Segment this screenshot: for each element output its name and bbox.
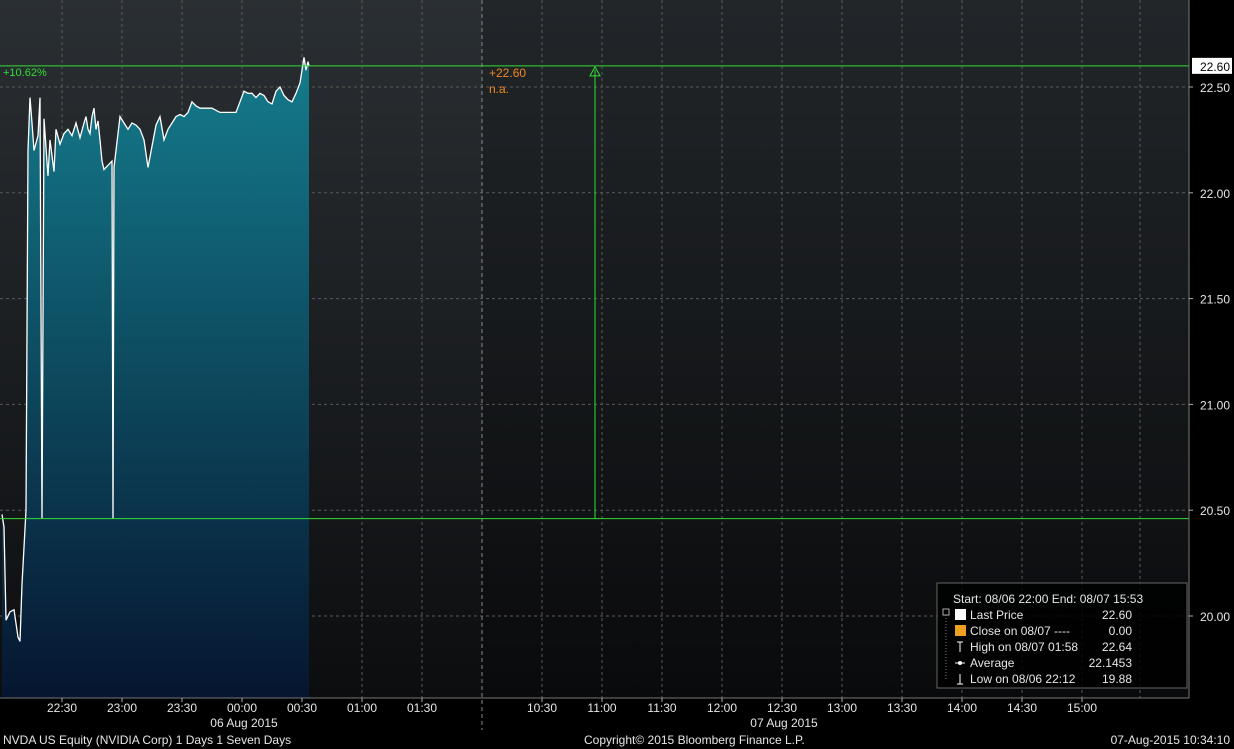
x-tick-label: 11:30 bbox=[647, 701, 676, 715]
pct-change-label: +10.62% bbox=[3, 67, 47, 79]
legend-label-1: Close on 08/07 ---- bbox=[970, 624, 1070, 638]
legend-value-4: 19.88 bbox=[1102, 672, 1132, 686]
x-tick-label: 15:00 bbox=[1067, 701, 1097, 715]
footer-timestamp: 07-Aug-2015 10:34:10 bbox=[1110, 733, 1230, 747]
x-axis: 22:30 23:00 23:30 00:00 00:30 01:00 01:30 10:30… bbox=[0, 697, 1189, 730]
x-date-label: 07 Aug 2015 bbox=[750, 716, 818, 730]
x-tick-label: 13:30 bbox=[887, 701, 917, 715]
x-tick-label: 01:30 bbox=[407, 701, 437, 715]
footer-copyright: Copyright© 2015 Bloomberg Finance L.P. bbox=[584, 733, 805, 747]
legend-label-3: Average bbox=[970, 656, 1015, 670]
x-tick-label: 22:30 bbox=[47, 701, 77, 715]
x-tick-label: 00:00 bbox=[227, 701, 257, 715]
legend-value-2: 22.64 bbox=[1102, 640, 1132, 654]
y-tick-label: 22.00 bbox=[1200, 187, 1230, 201]
y-tick-label: 20.50 bbox=[1200, 504, 1230, 518]
y-axis: 22.50 22.00 21.50 21.00 20.50 20.00 22.60 bbox=[1188, 0, 1232, 698]
y-tick-label: 21.50 bbox=[1200, 293, 1230, 307]
legend-header: Start: 08/06 22:00 End: 08/07 15:53 bbox=[953, 592, 1143, 606]
legend-average-dot bbox=[958, 661, 962, 665]
legend: Start: 08/06 22:00 End: 08/07 15:53 Last … bbox=[936, 582, 1188, 689]
y-tick-label: 20.00 bbox=[1200, 610, 1230, 624]
legend-value-1: 0.00 bbox=[1109, 624, 1133, 638]
x-tick-label: 11:00 bbox=[587, 701, 616, 715]
legend-value-3: 22.1453 bbox=[1089, 656, 1133, 670]
x-tick-label: 12:00 bbox=[707, 701, 737, 715]
x-tick-label: 14:30 bbox=[1007, 701, 1037, 715]
x-tick-label: 00:30 bbox=[287, 701, 317, 715]
legend-label-2: High on 08/07 01:58 bbox=[970, 640, 1078, 654]
na-label: n.a. bbox=[489, 82, 509, 96]
legend-label-4: Low on 08/06 22:12 bbox=[970, 672, 1076, 686]
change-label: +22.60 bbox=[489, 66, 526, 80]
legend-value-0: 22.60 bbox=[1102, 608, 1132, 622]
x-tick-label: 10:30 bbox=[527, 701, 557, 715]
last-value-label: 22.60 bbox=[1200, 60, 1230, 74]
price-chart: +10.62% +22.60 n.a. 22.50 22.00 21.50 21.00 20… bbox=[0, 0, 1232, 730]
legend-swatch-0 bbox=[955, 609, 966, 620]
y-tick-label: 22.50 bbox=[1200, 81, 1230, 95]
y-tick-label: 21.00 bbox=[1200, 398, 1230, 412]
x-tick-label: 23:30 bbox=[167, 701, 197, 715]
x-date-label: 06 Aug 2015 bbox=[210, 716, 278, 730]
x-tick-label: 23:00 bbox=[107, 701, 137, 715]
x-tick-label: 12:30 bbox=[767, 701, 797, 715]
x-tick-label: 14:00 bbox=[947, 701, 977, 715]
legend-label-0: Last Price bbox=[970, 608, 1024, 622]
legend-swatch-1 bbox=[955, 625, 966, 636]
footer-security: NVDA US Equity (NVIDIA Corp) 1 Days 1 Se… bbox=[3, 733, 292, 747]
x-tick-label: 01:00 bbox=[347, 701, 377, 715]
x-tick-label: 13:00 bbox=[827, 701, 857, 715]
